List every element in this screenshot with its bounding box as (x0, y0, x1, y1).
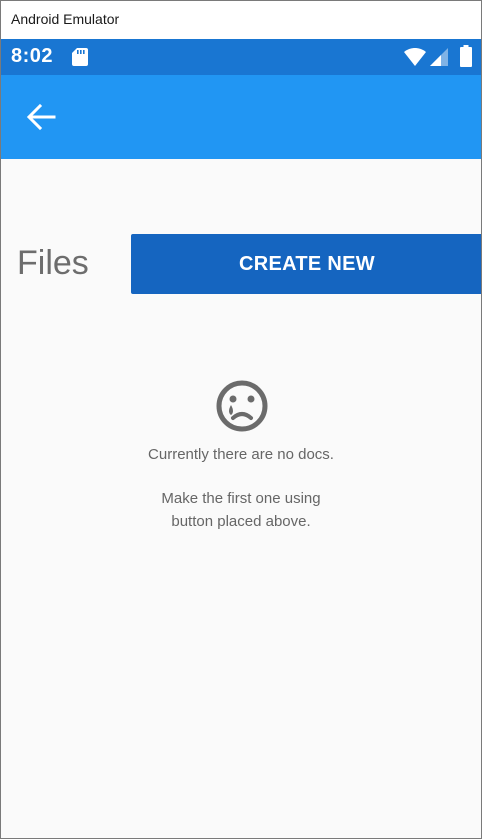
status-bar: 8:02 (1, 39, 481, 75)
status-time: 8:02 (11, 45, 54, 67)
arrow-left-icon[interactable] (25, 102, 57, 132)
signal-icon (430, 48, 448, 66)
empty-state-hint-line2: button placed above. (171, 513, 311, 530)
window-titlebar: Android Emulator (1, 1, 481, 39)
page-title: Files (17, 244, 89, 282)
empty-state-message: Currently there are no docs. (148, 446, 334, 463)
window-title: Android Emulator (11, 11, 120, 27)
create-new-button[interactable]: CREATE NEW (131, 234, 481, 294)
sad-face-icon (216, 380, 268, 432)
emulator-window: Android Emulator 8:02 Files CREATE NEW C… (0, 0, 482, 839)
empty-state-hint-line1: Make the first one using (161, 490, 321, 507)
battery-icon (460, 45, 472, 67)
wifi-icon (404, 48, 426, 66)
app-bar (1, 75, 481, 159)
sd-card-icon (72, 48, 88, 66)
